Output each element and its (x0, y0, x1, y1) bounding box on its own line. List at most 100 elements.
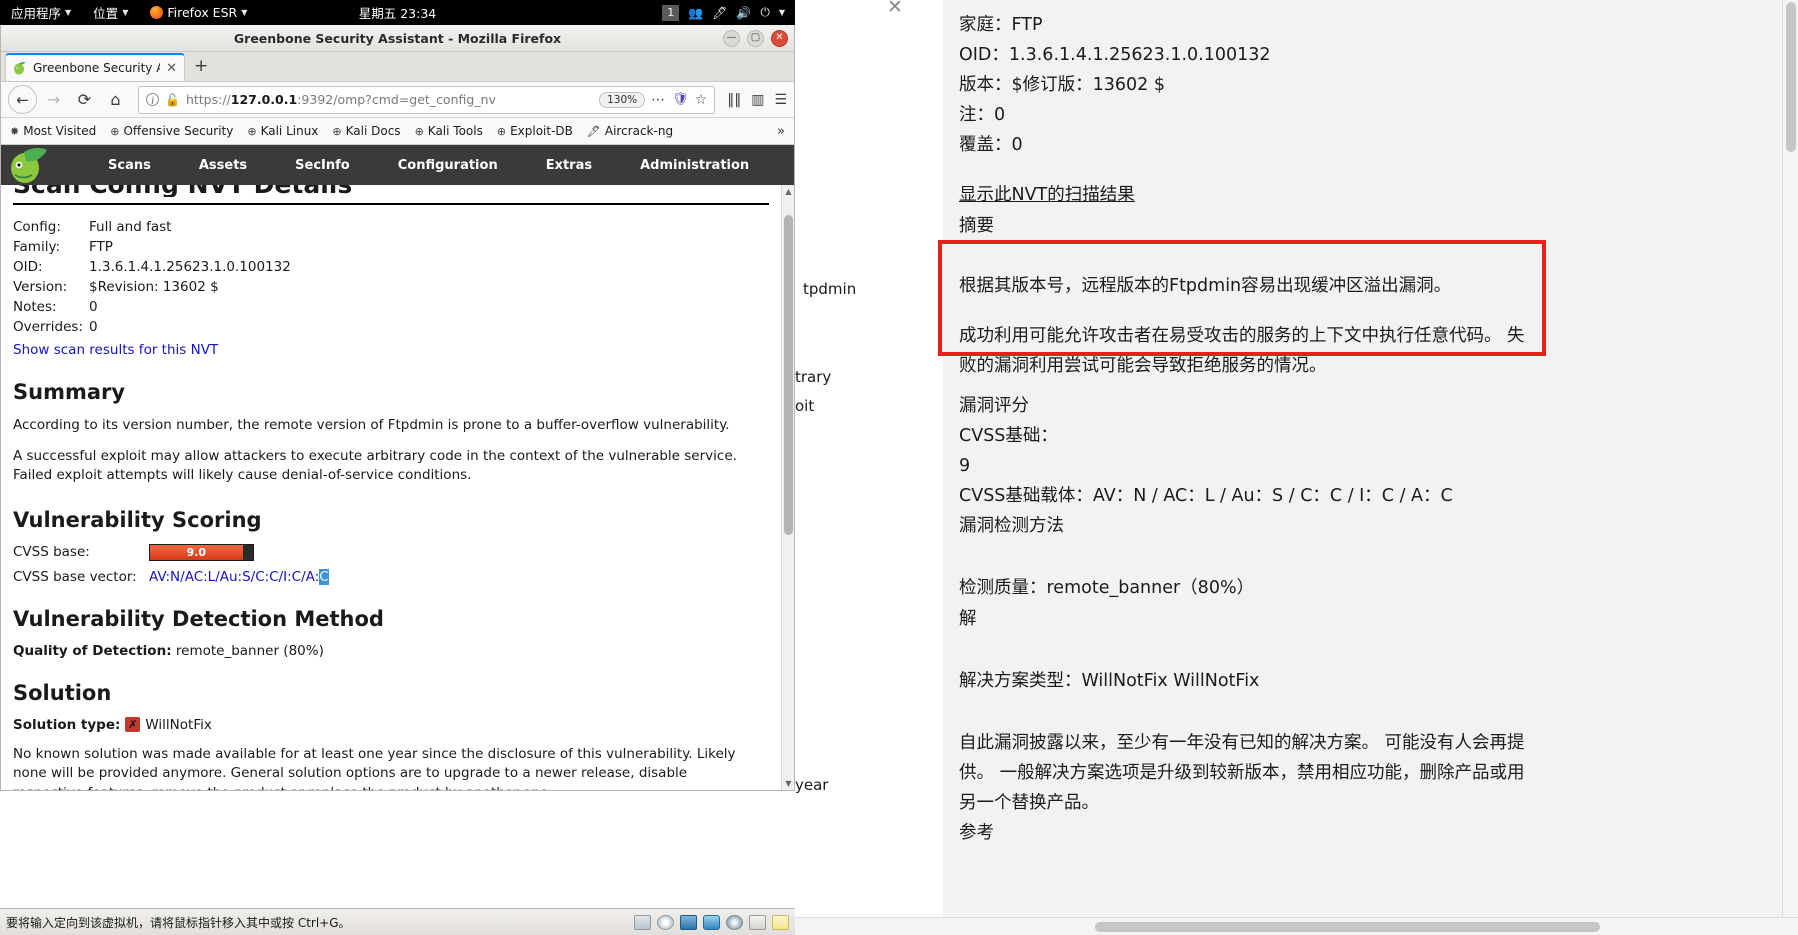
scroll-down-icon[interactable]: ▼ (782, 777, 794, 790)
translation-line: 覆盖：0 (959, 135, 1023, 156)
tools-icon[interactable]: 🖊 (712, 6, 727, 20)
qod-value: remote_banner (80%) (175, 642, 324, 659)
bookmark-label: Most Visited (23, 124, 97, 138)
translation-line: 注：0 (959, 105, 1006, 126)
overrides-count-link[interactable]: 0 (89, 317, 291, 337)
menu-item-administration[interactable]: Administration (616, 158, 773, 173)
page-actions-icon[interactable]: ⋯ (651, 92, 666, 108)
menu-item-help[interactable]: Help (773, 158, 794, 173)
solution-heading: Solution (13, 680, 112, 705)
bookmarks-overflow-icon[interactable]: » (777, 124, 785, 139)
tab-label: Greenbone Security Assi (33, 61, 160, 75)
scroll-up-icon[interactable]: ▲ (782, 185, 794, 198)
places-menu[interactable]: 位置 ▼ (82, 0, 139, 25)
bookmark-kali-linux[interactable]: ⊕ Kali Linux (247, 124, 318, 138)
bookmarks-toolbar: ✸ Most Visited ⊕ Offensive Security ⊕ Ka… (1, 118, 794, 145)
bookmark-kali-tools[interactable]: ⊕ Kali Tools (415, 124, 483, 138)
new-tab-button[interactable]: + (185, 56, 217, 78)
sidebar-icon[interactable]: ▥ (751, 92, 764, 108)
library-icon[interactable]: ‖‖ (727, 92, 741, 108)
scrollbar-thumb[interactable] (784, 215, 793, 535)
camera-icon[interactable] (726, 914, 743, 930)
menu-item-secinfo[interactable]: SecInfo (271, 158, 374, 173)
address-bar[interactable]: i 🔓 https://127.0.0.1:9392/omp?cmd=get_c… (138, 85, 716, 114)
table-row: OID: 1.3.6.1.4.1.25623.1.0.100132 (13, 257, 291, 277)
translation-line: 检测质量：remote_banner（80%） (959, 578, 1255, 599)
firefox-taskbar-entry[interactable]: Firefox ESR ▼ (139, 0, 258, 25)
menu-item-scans[interactable]: Scans (84, 158, 175, 173)
chevron-down-icon: ▼ (122, 8, 129, 17)
window-controls: — ▢ ✕ (723, 25, 788, 51)
forward-button[interactable]: → (39, 85, 68, 114)
translation-horizontal-scrollbar[interactable] (795, 917, 1798, 935)
menu-item-configuration[interactable]: Configuration (374, 158, 522, 173)
firefox-taskbar-label: Firefox ESR (167, 5, 238, 20)
applications-menu[interactable]: 应用程序 ▼ (0, 0, 82, 25)
bookmark-offensive-security[interactable]: ⊕ Offensive Security (110, 124, 233, 138)
places-menu-label: 位置 (93, 6, 119, 21)
page-info-icon[interactable]: i (146, 93, 159, 106)
bookmark-aircrack-ng[interactable]: 🖋 Aircrack-ng (587, 124, 673, 138)
translation-line-highlighted: 成功利用可能允许攻击者在易受攻击的服务的上下文中执行任意代码。 失败的漏洞利用尝… (959, 325, 1525, 376)
translation-scan-results-link[interactable]: 显示此NVT的扫描结果 (959, 180, 1782, 210)
detail-key: Version: (13, 279, 68, 295)
maximize-button[interactable]: ▢ (747, 29, 764, 47)
show-scan-results-link[interactable]: Show scan results for this NVT (13, 342, 218, 358)
underlying-page-bleed: ✕ tpdmin trary oit year (795, 0, 943, 935)
chevron-down-icon[interactable]: ▼ (779, 8, 785, 17)
zoom-level-indicator[interactable]: 130% (599, 91, 646, 108)
navigation-toolbar: ← → ⟳ ⌂ i 🔓 https://127.0.0.1:9392/omp?c… (1, 82, 794, 118)
menu-item-assets[interactable]: Assets (175, 158, 271, 173)
greenbone-logo-icon[interactable] (6, 145, 48, 185)
window-title: Greenbone Security Assistant - Mozilla F… (233, 30, 562, 46)
summary-paragraph-1: According to its version number, the rem… (13, 417, 730, 433)
clock[interactable]: 星期五 23:34 (359, 3, 437, 22)
close-button[interactable]: ✕ (771, 29, 788, 47)
translation-line: 摘要 (959, 215, 994, 236)
hamburger-menu-icon[interactable]: ☰ (774, 92, 787, 108)
vulnerability-scoring-heading: Vulnerability Scoring (13, 507, 262, 532)
back-button[interactable]: ← (8, 85, 37, 114)
bookmark-kali-docs[interactable]: ⊕ Kali Docs (332, 124, 400, 138)
greenbone-favicon (13, 61, 27, 75)
page-scrollbar[interactable]: ▲ ▼ (781, 185, 794, 790)
scrollbar-thumb[interactable] (1786, 2, 1796, 152)
cd-icon[interactable] (657, 914, 674, 930)
network-icon[interactable] (680, 914, 697, 930)
close-icon[interactable]: ✕ (166, 61, 177, 76)
bookmark-exploit-db[interactable]: ⊕ Exploit-DB (497, 124, 573, 138)
bookmark-most-visited[interactable]: ✸ Most Visited (10, 124, 96, 138)
reload-button[interactable]: ⟳ (70, 85, 99, 114)
users-icon[interactable]: 👥 (688, 6, 703, 20)
shield-icon[interactable]: 🛡 (672, 92, 689, 107)
power-icon[interactable]: ⏻ (760, 5, 770, 20)
insecure-lock-icon[interactable]: 🔓 (165, 93, 180, 107)
bookmark-label: Kali Docs (345, 124, 401, 138)
translation-line: CVSS基础： (959, 426, 1058, 447)
bookmark-star-icon[interactable]: ☆ (695, 92, 708, 108)
solution-type-row: Solution type: ✗ WillNotFix (13, 717, 769, 733)
scrollbar-thumb[interactable] (1095, 922, 1600, 932)
notes-count-link[interactable]: 0 (89, 297, 291, 317)
workspace-indicator[interactable]: 1 (662, 4, 680, 21)
bleed-text: trary (795, 368, 832, 386)
close-icon[interactable]: ✕ (887, 0, 903, 18)
note-icon[interactable] (772, 914, 789, 930)
quality-of-detection-row: Quality of Detection: remote_banner (80%… (13, 643, 769, 659)
minimize-button[interactable]: — (723, 29, 740, 47)
cvss-vector-link[interactable]: AV:N/AC:L/Au:S/C:C/I:C/A:C (149, 568, 329, 585)
menu-item-extras[interactable]: Extras (522, 158, 616, 173)
translation-vertical-scrollbar[interactable] (1782, 0, 1798, 917)
translation-line: 漏洞评分 (959, 395, 1029, 416)
top-panel-tray: 1 👥 🖊 🔊 ⏻ ▼ (662, 0, 791, 25)
volume-icon[interactable]: 🔊 (736, 6, 751, 20)
sound-icon[interactable] (703, 914, 720, 930)
tab-greenbone[interactable]: Greenbone Security Assi ✕ (5, 53, 185, 81)
translation-line: 漏洞检测方法 (959, 516, 1064, 537)
bookmark-label: Aircrack-ng (604, 124, 674, 138)
display-icon[interactable] (749, 914, 766, 930)
url-text: https://127.0.0.1:9392/omp?cmd=get_confi… (185, 92, 496, 107)
home-button[interactable]: ⌂ (101, 85, 130, 114)
gsa-menu-bar: Scans Assets SecInfo Configuration Extra… (84, 158, 794, 173)
disk-icon[interactable] (634, 914, 651, 930)
